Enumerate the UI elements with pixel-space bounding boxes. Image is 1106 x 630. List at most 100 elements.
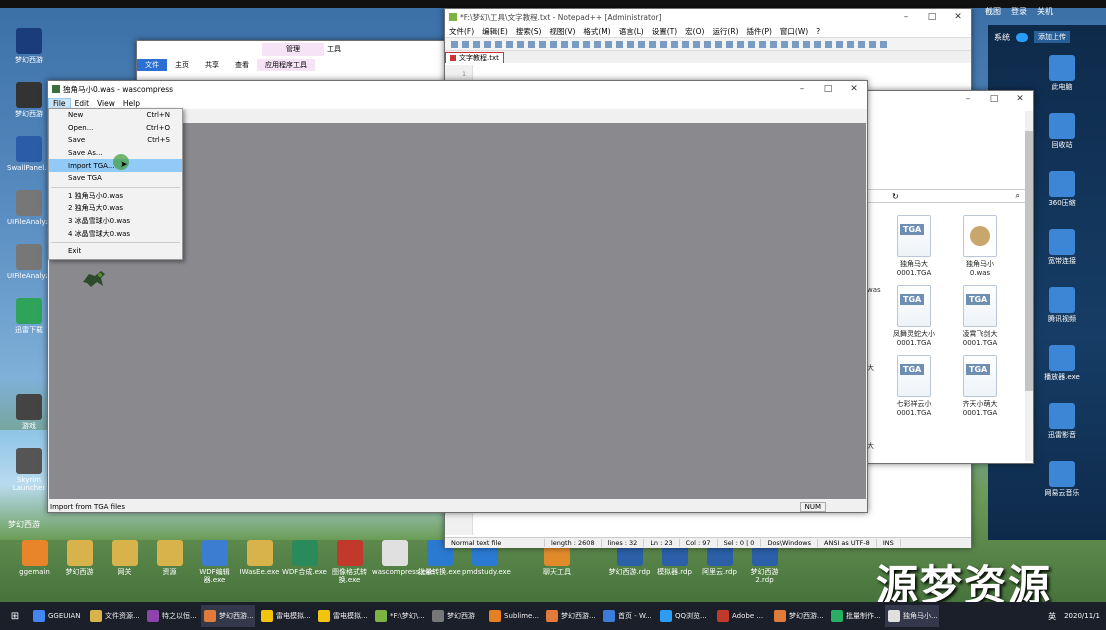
minimize-icon[interactable]: – [955, 94, 981, 104]
scrollbar-thumb[interactable] [1025, 131, 1033, 391]
desktop-icon[interactable]: UIFileAnalyzer [7, 244, 56, 280]
taskbar-button[interactable]: QQ浏览... [657, 605, 711, 627]
desktop-icon[interactable]: WDF合成.exe [282, 540, 327, 594]
desktop-icon[interactable]: wascompress.exe [372, 540, 434, 594]
ribbon-tab-apptools[interactable]: 应用程序工具 [257, 59, 315, 71]
desktop-icon[interactable]: pmdstudy.exe [462, 540, 511, 594]
desktop-icon[interactable]: 批量转换.exe [417, 540, 462, 594]
menu-help[interactable]: Help [119, 99, 144, 108]
notepad-tab-active[interactable]: 文字教程.txt [445, 52, 504, 63]
desktop-icon[interactable]: 图像格式转换.exe [327, 540, 372, 594]
refresh-icon[interactable]: ↻ [892, 192, 899, 201]
desktop-icon[interactable]: ggemain [12, 540, 57, 594]
notepad-menu-item[interactable]: 插件(P) [743, 26, 776, 37]
shutdown-button[interactable]: 关机 [1037, 6, 1053, 17]
desktop-icon[interactable]: IWasEe.exe [237, 540, 282, 594]
menu-item-open[interactable]: Open... Ctrl+O [49, 122, 182, 135]
minimize-icon[interactable]: – [893, 12, 919, 22]
taskbar-button[interactable]: *F:\梦幻\... [372, 605, 426, 627]
desktop-icon[interactable]: 游戏 [7, 394, 51, 430]
desktop-icon[interactable]: 此电脑 [1040, 55, 1084, 91]
desktop-icon[interactable]: 宽带连接 [1040, 229, 1084, 265]
menu-item-recent-file[interactable]: 4 冰晶雪球大0.was [49, 227, 182, 240]
search-icon[interactable]: ⌕ [1016, 191, 1020, 201]
taskbar-button[interactable]: 文件资源... [87, 605, 141, 627]
explorer-addressbar[interactable]: ↻ ⌕ [867, 189, 1027, 203]
desktop-icon[interactable]: 聊天工具 [507, 540, 607, 594]
desktop-icon[interactable]: 梦幻西游 [7, 82, 51, 118]
notepad-menu-item[interactable]: 格式(M) [579, 26, 614, 37]
taskbar-button[interactable]: 梦幻西游... [201, 605, 255, 627]
notepad-menu-item[interactable]: 运行(R) [708, 26, 742, 37]
taskbar-button[interactable]: 独角马小... [885, 605, 939, 627]
desktop-icon[interactable]: UIFileAnalyzer [7, 190, 56, 226]
ribbon-tab-view[interactable]: 查看 [227, 59, 257, 71]
desktop-icon[interactable]: 网关 [102, 540, 147, 594]
maximize-icon[interactable]: □ [981, 94, 1007, 104]
ribbon-tab-share[interactable]: 共享 [197, 59, 227, 71]
ribbon-tab-file[interactable]: 文件 [137, 59, 167, 71]
desktop-icon[interactable]: 资源 [147, 540, 192, 594]
notepad-menu-item[interactable]: 文件(F) [445, 26, 478, 37]
taskbar-button[interactable]: 批量制作... [828, 605, 882, 627]
menu-item-new[interactable]: New Ctrl+N [49, 109, 182, 122]
file-item[interactable]: TGA 凌霄飞剑大0001.TGA [957, 285, 1003, 347]
menu-file[interactable]: File [48, 97, 71, 109]
file-item[interactable]: 独角马小0.was [957, 215, 1003, 277]
menu-view[interactable]: View [93, 99, 119, 108]
taskbar-button[interactable]: Sublime... [486, 605, 540, 627]
menu-item-recent-file[interactable]: 2 独角马大0.was [49, 202, 182, 215]
desktop-icon[interactable]: 梦幻西游 [7, 28, 51, 64]
close-icon[interactable]: ✕ [945, 12, 971, 22]
minimize-icon[interactable]: – [789, 84, 815, 94]
taskbar-button[interactable]: 雷电模拟... [315, 605, 369, 627]
taskbar-button[interactable]: 梦幻西游... [543, 605, 597, 627]
taskbar-button[interactable]: GGEUIAN [30, 605, 84, 627]
close-icon[interactable]: ✕ [841, 84, 867, 94]
close-icon[interactable]: ✕ [1007, 94, 1033, 104]
file-item[interactable]: TGA 凤舞灵蛇大小0001.TGA [891, 285, 937, 347]
windows-start-icon[interactable]: ⊞ [0, 611, 30, 622]
desktop-icon[interactable]: 回收站 [1040, 113, 1084, 149]
notepad-menu-item[interactable]: 设置(T) [648, 26, 681, 37]
taskbar-button[interactable]: 雷电模拟... [258, 605, 312, 627]
ime-indicator[interactable]: 英 [1048, 611, 1056, 622]
menu-item-save[interactable]: Save Ctrl+S [49, 134, 182, 147]
taskbar-button[interactable]: 首页 - W... [600, 605, 654, 627]
desktop-icon[interactable]: Skyrim Launcher [7, 448, 51, 492]
taskbar-button[interactable]: Adobe ... [714, 605, 768, 627]
file-item[interactable]: TGA 七彩祥云小0001.TGA [891, 355, 937, 417]
maximize-icon[interactable]: □ [815, 84, 841, 94]
desktop-icon[interactable]: WDF编辑器.exe [192, 540, 237, 594]
desktop-icon[interactable]: 360压缩 [1040, 171, 1084, 207]
notepad-menu-item[interactable]: 视图(V) [545, 26, 579, 37]
screenshot-button[interactable]: 截图 [985, 6, 1001, 17]
explorer-scrollbar[interactable] [1025, 111, 1033, 461]
desktop-icon[interactable]: 网易云音乐 [1040, 461, 1084, 497]
file-item[interactable]: TGA 齐天小萌大0001.TGA [957, 355, 1003, 417]
toolbar-buttons[interactable] [451, 41, 891, 48]
taskbar-button[interactable]: 梦幻西游... [771, 605, 825, 627]
notepad-menu-item[interactable]: 编辑(E) [478, 26, 512, 37]
panel-tab-system[interactable]: 系统 [994, 32, 1010, 43]
menu-edit[interactable]: Edit [71, 99, 94, 108]
menu-item-exit[interactable]: Exit [49, 245, 182, 258]
desktop-icon[interactable]: 梦幻西游2.rdp [742, 540, 787, 594]
panel-tab-upload[interactable]: 添加上传 [1034, 31, 1070, 43]
desktop-icon[interactable]: 梦幻西游 [57, 540, 102, 594]
notepad-menu-item[interactable]: 宏(O) [681, 26, 708, 37]
menu-item-recent-file[interactable]: 3 冰晶雪球小0.was [49, 215, 182, 228]
desktop-icon[interactable]: 腾讯视频 [1040, 287, 1084, 323]
desktop-icon[interactable]: SwallPanel.exe [7, 136, 59, 172]
menu-item-recent-file[interactable]: 1 独角马小0.was [49, 190, 182, 203]
taskbar-button[interactable]: 梦幻西游 [429, 605, 483, 627]
notepad-menu-item[interactable]: 语言(L) [615, 26, 648, 37]
desktop-icon[interactable]: 迅雷下载 [7, 298, 51, 334]
login-button[interactable]: 登录 [1011, 6, 1027, 17]
desktop-icon[interactable]: 播放器.exe [1040, 345, 1084, 381]
desktop-icon[interactable]: 模拟器.rdp [652, 540, 697, 594]
file-item[interactable]: TGA 独角马大0001.TGA [891, 215, 937, 277]
taskbar-button[interactable]: 特之以恒... [144, 605, 198, 627]
desktop-icon[interactable]: 阿里云.rdp [697, 540, 742, 594]
menu-item-save-tga[interactable]: Save TGA [49, 172, 182, 185]
